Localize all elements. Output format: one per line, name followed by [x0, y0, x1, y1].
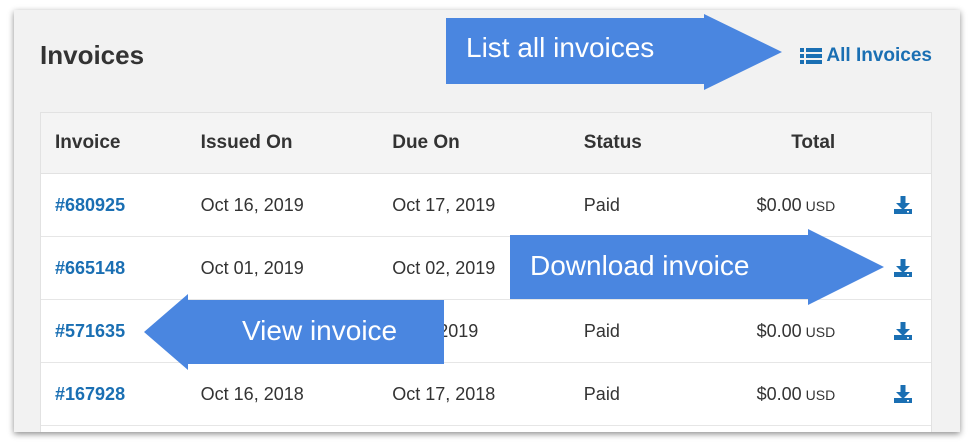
total-currency: USD	[805, 386, 836, 403]
download-button[interactable]	[893, 195, 913, 215]
due-on-cell: Oct 17, 2019	[392, 194, 496, 215]
total-cell: $0.00 USD	[719, 194, 836, 216]
due-on-cell: Oct 17, 2018	[392, 383, 496, 404]
page-title: Invoices	[40, 40, 145, 70]
column-header-total: Total	[791, 132, 836, 153]
invoice-link[interactable]: #167928	[55, 384, 125, 404]
total-amount: $0.00	[756, 320, 802, 341]
column-header-due-on: Due On	[392, 132, 460, 153]
callout-list-all-invoices: List all invoices	[446, 14, 782, 90]
total-cell: $0.00 USD	[719, 383, 836, 405]
callout-label: List all invoices	[466, 32, 655, 63]
callout-label: Download invoice	[530, 250, 750, 281]
status-cell: Paid	[583, 194, 620, 215]
download-icon	[894, 196, 912, 214]
invoice-link[interactable]: #571635	[55, 321, 125, 341]
callout-label: View invoice	[242, 315, 398, 346]
download-icon	[893, 322, 912, 340]
issued-on-cell: Oct 01, 2019	[200, 257, 304, 278]
issued-on-cell: Oct 16, 2018	[200, 383, 304, 404]
table-row: #680925 Oct 16, 2019 Oct 17, 2019 Paid $…	[41, 174, 931, 237]
download-button[interactable]	[893, 384, 913, 404]
all-invoices-link[interactable]: All Invoices	[800, 45, 932, 67]
invoice-link[interactable]: #680925	[55, 195, 125, 215]
invoice-link[interactable]: #665148	[55, 258, 125, 278]
list-icon	[800, 48, 823, 64]
total-currency: USD	[805, 323, 836, 340]
status-cell: Paid	[583, 320, 620, 341]
download-icon	[894, 385, 912, 403]
column-header-invoice: Invoice	[55, 132, 121, 153]
issued-on-cell: Oct 16, 2019	[200, 194, 304, 215]
total-cell: $0.00 USD	[719, 320, 836, 342]
column-header-issued-on: Issued On	[200, 132, 293, 153]
download-button[interactable]	[893, 321, 913, 341]
table-row: #167928 Oct 16, 2018 Oct 17, 2018 Paid $…	[41, 363, 931, 426]
callout-view-invoice: View invoice	[144, 294, 444, 370]
all-invoices-label: All Invoices	[826, 45, 932, 66]
download-icon	[894, 259, 912, 277]
total-amount: $0.00	[756, 383, 802, 404]
total-currency: USD	[805, 197, 836, 214]
callout-download-invoice: Download invoice	[510, 229, 884, 305]
total-amount: $0.00	[756, 194, 802, 215]
column-header-status: Status	[583, 132, 642, 153]
table-header: Invoice Issued On Due On Status Total	[41, 113, 931, 174]
download-button[interactable]	[893, 258, 913, 278]
status-cell: Paid	[583, 383, 620, 404]
